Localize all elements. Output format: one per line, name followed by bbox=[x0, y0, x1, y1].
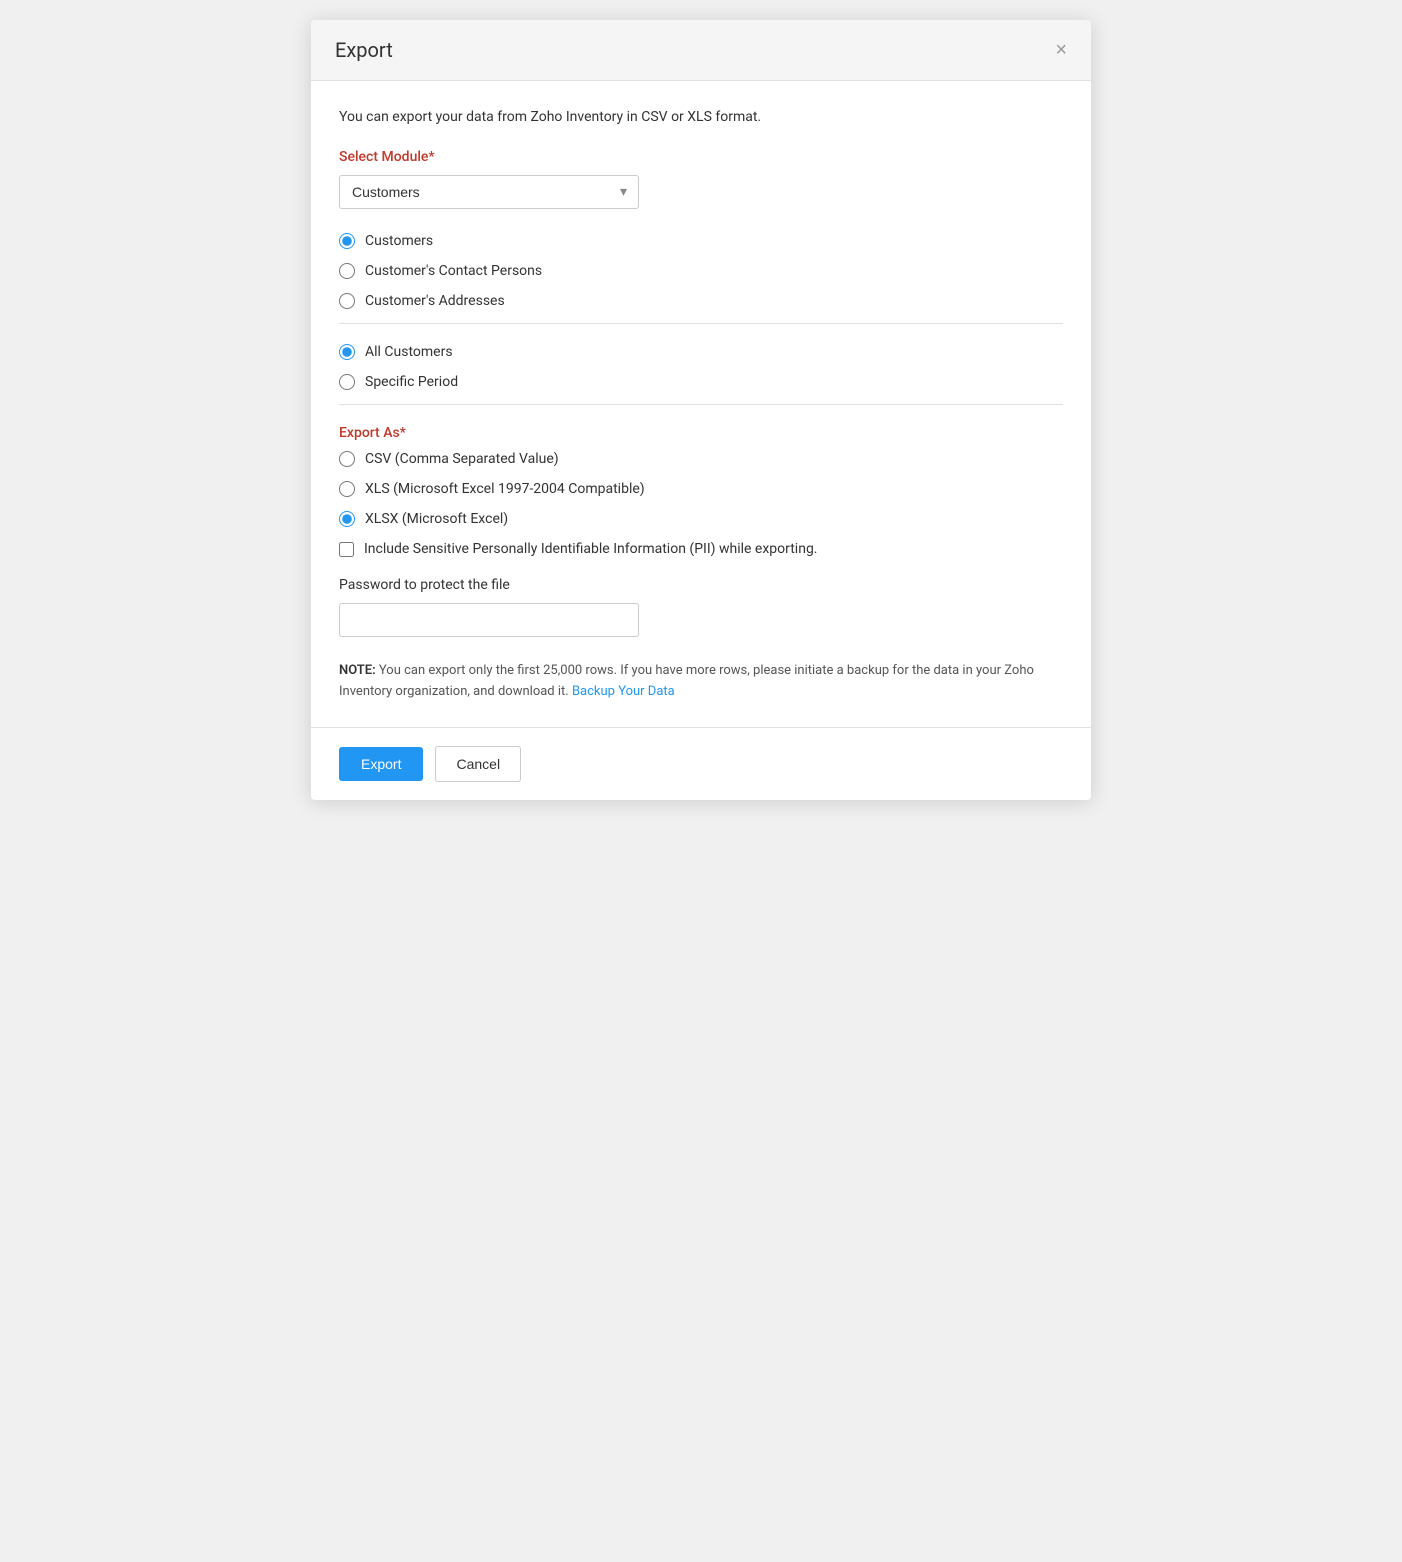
radio-customers[interactable] bbox=[339, 233, 355, 249]
module-select[interactable]: Customers Vendors Items Sales Orders Inv… bbox=[339, 175, 639, 209]
radio-all-label: All Customers bbox=[365, 344, 453, 360]
password-input[interactable] bbox=[339, 603, 639, 637]
pii-checkbox-item[interactable]: Include Sensitive Personally Identifiabl… bbox=[339, 541, 1063, 557]
pii-label: Include Sensitive Personally Identifiabl… bbox=[364, 541, 818, 557]
radio-addresses-label: Customer's Addresses bbox=[365, 293, 505, 309]
radio-specific-period[interactable] bbox=[339, 374, 355, 390]
radio-item-xls[interactable]: XLS (Microsoft Excel 1997-2004 Compatibl… bbox=[339, 481, 1063, 497]
divider-2 bbox=[339, 404, 1063, 405]
modal-footer: Export Cancel bbox=[311, 727, 1091, 800]
radio-contact[interactable] bbox=[339, 263, 355, 279]
select-module-section: Select Module* Customers Vendors Items S… bbox=[339, 149, 1063, 229]
radio-customers-label: Customers bbox=[365, 233, 433, 249]
radio-item-xlsx[interactable]: XLSX (Microsoft Excel) bbox=[339, 511, 1063, 527]
note-body: You can export only the first 25,000 row… bbox=[339, 663, 1034, 699]
export-as-label: Export As* bbox=[339, 425, 1063, 441]
export-as-section: Export As* CSV (Comma Separated Value) X… bbox=[339, 425, 1063, 557]
modal-header: Export × bbox=[311, 20, 1091, 81]
radio-xls[interactable] bbox=[339, 481, 355, 497]
export-format-radio-group: CSV (Comma Separated Value) XLS (Microso… bbox=[339, 451, 1063, 527]
radio-item-specific[interactable]: Specific Period bbox=[339, 374, 1063, 390]
radio-contact-label: Customer's Contact Persons bbox=[365, 263, 542, 279]
radio-item-customers[interactable]: Customers bbox=[339, 233, 1063, 249]
radio-item-contact[interactable]: Customer's Contact Persons bbox=[339, 263, 1063, 279]
radio-csv-label: CSV (Comma Separated Value) bbox=[365, 451, 559, 467]
radio-csv[interactable] bbox=[339, 451, 355, 467]
radio-item-all[interactable]: All Customers bbox=[339, 344, 1063, 360]
note-prefix: NOTE: bbox=[339, 663, 376, 678]
radio-specific-label: Specific Period bbox=[365, 374, 458, 390]
radio-item-addresses[interactable]: Customer's Addresses bbox=[339, 293, 1063, 309]
radio-xlsx-label: XLSX (Microsoft Excel) bbox=[365, 511, 508, 527]
close-button[interactable]: × bbox=[1055, 40, 1067, 60]
radio-item-csv[interactable]: CSV (Comma Separated Value) bbox=[339, 451, 1063, 467]
description-text: You can export your data from Zoho Inven… bbox=[339, 109, 1063, 125]
note-text: NOTE: You can export only the first 25,0… bbox=[339, 661, 1063, 703]
divider-1 bbox=[339, 323, 1063, 324]
radio-addresses[interactable] bbox=[339, 293, 355, 309]
radio-all-customers[interactable] bbox=[339, 344, 355, 360]
password-label: Password to protect the file bbox=[339, 577, 1063, 593]
backup-link[interactable]: Backup Your Data bbox=[572, 684, 675, 699]
modal-body: You can export your data from Zoho Inven… bbox=[311, 81, 1091, 703]
radio-xls-label: XLS (Microsoft Excel 1997-2004 Compatibl… bbox=[365, 481, 645, 497]
pii-checkbox[interactable] bbox=[339, 542, 354, 557]
modal-title: Export bbox=[335, 38, 393, 62]
select-module-label: Select Module* bbox=[339, 149, 1063, 165]
export-modal: Export × You can export your data from Z… bbox=[311, 20, 1091, 800]
cancel-button[interactable]: Cancel bbox=[435, 746, 521, 782]
module-radio-group: Customers Customer's Contact Persons Cus… bbox=[339, 233, 1063, 309]
module-select-wrapper[interactable]: Customers Vendors Items Sales Orders Inv… bbox=[339, 175, 639, 209]
radio-xlsx[interactable] bbox=[339, 511, 355, 527]
password-section: Password to protect the file bbox=[339, 577, 1063, 657]
export-button[interactable]: Export bbox=[339, 747, 423, 781]
period-radio-group: All Customers Specific Period bbox=[339, 344, 1063, 390]
